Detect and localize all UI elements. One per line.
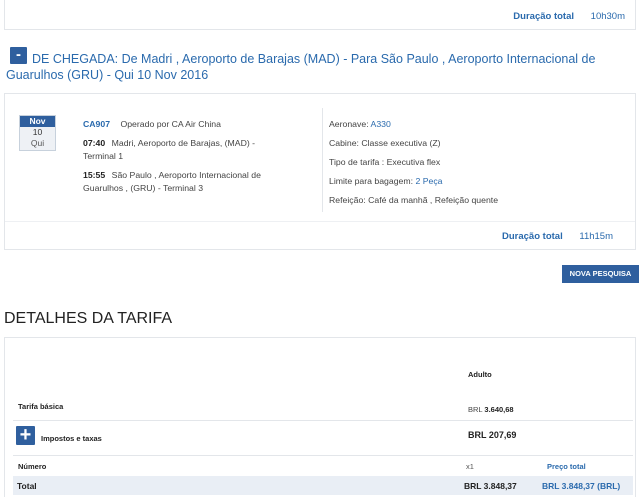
fare-details-panel: Adulto Tarifa básica BRL 3.640,68 + Impo… [4, 337, 636, 497]
departure-terminal: Terminal 1 [83, 151, 124, 161]
total-duration-value: 10h30m [590, 11, 625, 22]
flight-number-link[interactable]: CA907 [83, 119, 110, 129]
arrival-time: 15:55 [83, 170, 106, 180]
previous-segment-panel: Duração total 10h30m [4, 0, 636, 30]
taxes-label: Impostos e taxas [41, 434, 102, 443]
segment-detail-panel: Nov 10 Qui CA907 Operado por CA Air Chin… [4, 93, 636, 250]
arrival-segment-header: DE CHEGADA: De Madri , Aeroporto de Bara… [4, 43, 636, 89]
fare-divider [13, 420, 633, 421]
date-badge: Nov 10 Qui [19, 115, 56, 151]
total-duration-label: Duração total [513, 11, 575, 22]
total-brl-value: BRL 3.848,37 (BRL) [542, 481, 621, 491]
column-divider [322, 108, 323, 212]
total-label: Total [17, 481, 37, 491]
segment-duration-label: Duração total [502, 231, 563, 242]
baggage-label: Limite para bagagem: [329, 176, 414, 186]
number-label: Número [18, 462, 47, 471]
basic-fare-amount: 3.640,68 [484, 405, 514, 414]
date-month: Nov [20, 116, 55, 127]
arrival-place-terminal: Guarulhos , (GRU) - Terminal 3 [83, 183, 204, 193]
total-price-header: Preço total [547, 462, 586, 471]
fare-divider [13, 455, 633, 456]
basic-fare-currency: BRL [468, 405, 483, 414]
basic-fare-label: Tarifa básica [18, 402, 64, 411]
arrival-place: São Paulo , Aeroporto Internacional de [111, 170, 261, 180]
total-row: Total BRL 3.848,37 BRL 3.848,37 (BRL) [13, 476, 633, 495]
new-search-button[interactable]: NOVA PESQUISA [562, 265, 639, 283]
taxes-value: BRL 207,69 [468, 430, 517, 440]
total-value: BRL 3.848,37 [464, 481, 517, 491]
meal-info: Refeição: Café da manhã , Refeição quent… [329, 195, 499, 205]
segment-title: DE CHEGADA: De Madri , Aeroporto de Bara… [6, 52, 596, 82]
fare-details-title: DETALHES DA TARIFA [4, 310, 173, 327]
aircraft-link[interactable]: A330 [371, 119, 391, 129]
date-day: 10 [20, 127, 55, 138]
collapse-button[interactable]: - [10, 47, 27, 64]
operated-by: Operado por CA Air China [120, 119, 221, 129]
departure-place: Madri, Aeroporto de Barajas, (MAD) - [111, 138, 256, 148]
cabin-info: Cabine: Classe executiva (Z) [329, 138, 441, 148]
baggage-link[interactable]: 2 Peça [415, 176, 442, 186]
basic-fare-value: BRL 3.640,68 [468, 405, 514, 414]
segment-divider [5, 221, 635, 222]
adult-column-header: Adulto [468, 370, 492, 379]
segment-duration-value: 11h15m [579, 231, 613, 242]
departure-time: 07:40 [83, 138, 106, 148]
fare-type-info: Tipo de tarifa : Executiva flex [329, 157, 441, 167]
date-weekday: Qui [20, 138, 55, 150]
flight-details: CA907 Operado por CA Air China 07:40 Mad… [83, 118, 308, 201]
segment-duration: Duração total 11h15m [502, 231, 613, 242]
flight-info: Aeronave: A330 Cabine: Classe executiva … [329, 119, 498, 214]
number-value: x1 [466, 462, 474, 471]
total-duration: Duração total 10h30m [513, 11, 625, 22]
aircraft-label: Aeronave: [329, 119, 369, 129]
expand-taxes-button[interactable]: + [16, 425, 35, 445]
